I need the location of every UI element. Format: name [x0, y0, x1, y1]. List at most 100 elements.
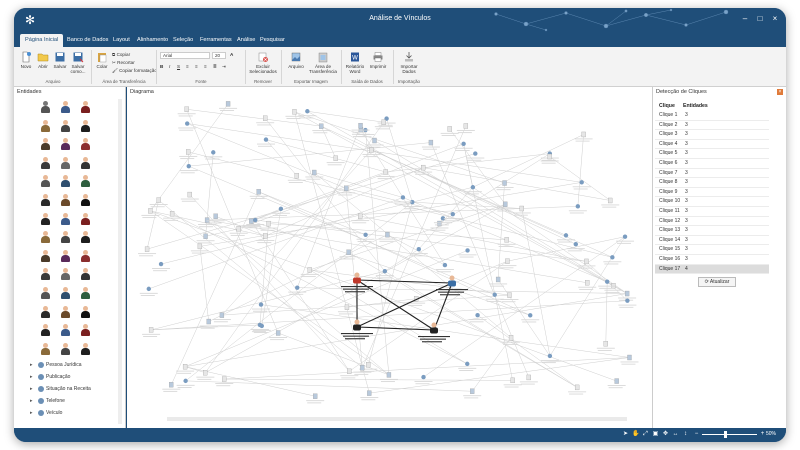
- entity-avatar-icon[interactable]: [60, 305, 71, 318]
- clique-row[interactable]: Clique 12 3: [655, 217, 769, 227]
- entity-avatar-icon[interactable]: [80, 101, 91, 113]
- entity-avatar-icon[interactable]: [60, 324, 71, 337]
- graph-node[interactable]: [176, 378, 195, 388]
- fit-height-icon[interactable]: ↕: [682, 431, 689, 438]
- graph-node[interactable]: [489, 276, 508, 287]
- graph-node[interactable]: [421, 139, 440, 150]
- entity-avatar-icon[interactable]: [40, 342, 51, 355]
- entity-avatar-icon[interactable]: [40, 212, 51, 225]
- tree-item-veiculo[interactable]: ▸ Veículo: [30, 409, 62, 417]
- entity-avatar-icon[interactable]: [40, 138, 51, 151]
- graph-node[interactable]: [414, 374, 433, 385]
- entity-avatar-icon[interactable]: [40, 324, 51, 337]
- align-right-icon[interactable]: ≡: [204, 64, 207, 69]
- clique-row[interactable]: Clique 8 3: [655, 178, 769, 188]
- graph-node[interactable]: [574, 131, 593, 142]
- entity-avatar-icon[interactable]: [60, 212, 71, 225]
- graph-node[interactable]: [312, 123, 331, 134]
- entity-avatar-icon[interactable]: [80, 194, 91, 206]
- entity-avatar-icon[interactable]: [80, 268, 91, 281]
- entity-avatar-icon[interactable]: [80, 305, 91, 318]
- entity-avatar-icon[interactable]: [60, 175, 71, 188]
- maximize-button[interactable]: □: [753, 12, 767, 26]
- new-button[interactable]: Novo: [18, 51, 34, 69]
- graph-node[interactable]: [503, 377, 522, 388]
- clique-row[interactable]: Clique 2 3: [655, 121, 769, 131]
- clique-row[interactable]: Clique 9 3: [655, 188, 769, 198]
- graph-node[interactable]: [378, 232, 397, 242]
- link-graph[interactable]: [127, 87, 652, 428]
- graph-node[interactable]: [196, 370, 215, 380]
- entity-avatar-icon[interactable]: [60, 342, 71, 355]
- clique-node[interactable]: [418, 322, 450, 343]
- zoom-slider[interactable]: [702, 434, 757, 435]
- clique-row[interactable]: Clique 14 3: [655, 236, 769, 246]
- graph-node[interactable]: [463, 388, 482, 399]
- graph-node[interactable]: [256, 233, 275, 244]
- entity-avatar-icon[interactable]: [60, 231, 71, 244]
- graph-node[interactable]: [298, 109, 317, 119]
- graph-node[interactable]: [379, 372, 398, 383]
- graph-node[interactable]: [435, 262, 454, 273]
- graph-node[interactable]: [287, 173, 306, 183]
- minimize-button[interactable]: –: [738, 12, 752, 26]
- graph-node[interactable]: [340, 368, 359, 379]
- entity-avatar-icon[interactable]: [80, 156, 91, 169]
- paste-button[interactable]: Colar: [94, 51, 110, 69]
- zoom-out-icon[interactable]: −: [693, 431, 700, 438]
- graph-node[interactable]: [337, 304, 356, 315]
- entity-avatar-icon[interactable]: [80, 175, 91, 188]
- tree-item-telefone[interactable]: ▸ Telefone: [30, 397, 65, 405]
- diagram-scrollbar[interactable]: [167, 417, 627, 421]
- tab-layout[interactable]: Layout: [108, 34, 135, 47]
- entity-avatar-icon[interactable]: [40, 175, 51, 188]
- graph-node[interactable]: [596, 341, 615, 351]
- graph-node[interactable]: [616, 234, 635, 244]
- entity-avatar-icon[interactable]: [80, 287, 91, 299]
- graph-node[interactable]: [466, 151, 485, 161]
- entity-avatar-icon[interactable]: [80, 324, 91, 337]
- entity-avatar-icon[interactable]: [80, 138, 91, 151]
- graph-node[interactable]: [568, 384, 587, 395]
- graph-node[interactable]: [468, 312, 487, 323]
- save-button[interactable]: Salvar: [52, 51, 68, 69]
- graph-node[interactable]: [196, 233, 215, 244]
- graph-node[interactable]: [326, 155, 345, 166]
- export-clipboard-button[interactable]: Área de Transferência: [308, 51, 338, 74]
- graph-node[interactable]: [377, 116, 396, 126]
- entity-avatar-icon[interactable]: [60, 156, 71, 169]
- copy-button[interactable]: ⧉ Copiar: [112, 52, 130, 57]
- zoom-fit-icon[interactable]: ⤢: [642, 431, 649, 438]
- align-left-icon[interactable]: ≡: [186, 64, 189, 69]
- zoom-region-icon[interactable]: ▣: [652, 431, 659, 438]
- entity-avatar-icon[interactable]: [80, 249, 91, 262]
- update-button[interactable]: ⟳ Atualizar: [698, 277, 736, 287]
- print-button[interactable]: Imprimir: [367, 51, 389, 69]
- tab-selecao[interactable]: Seleção: [168, 34, 198, 47]
- panel-close-icon[interactable]: ×: [777, 89, 783, 95]
- entity-avatar-icon[interactable]: [80, 231, 91, 244]
- clique-row[interactable]: Clique 13 3: [655, 226, 769, 236]
- italic-icon[interactable]: I: [169, 64, 170, 69]
- graph-node[interactable]: [556, 233, 575, 243]
- format-painter-button[interactable]: 🖌 Copiar formatação: [112, 68, 157, 74]
- tree-item-pessoa-juridica[interactable]: ▸ Pessoa Jurídica: [30, 361, 82, 369]
- pointer-icon[interactable]: ➤: [622, 431, 629, 438]
- entity-avatar-icon[interactable]: [60, 268, 71, 281]
- entity-avatar-icon[interactable]: [60, 194, 71, 206]
- clique-row[interactable]: Clique 7 3: [655, 169, 769, 179]
- graph-node[interactable]: [495, 180, 514, 191]
- tab-pagina-inicial[interactable]: Página Inicial: [20, 34, 64, 47]
- clique-row[interactable]: Clique 5 3: [655, 149, 769, 159]
- entity-avatar-icon[interactable]: [40, 249, 51, 262]
- graph-node[interactable]: [177, 106, 196, 117]
- entity-avatar-icon[interactable]: [60, 119, 71, 132]
- graph-node[interactable]: [212, 312, 231, 323]
- entity-avatar-icon[interactable]: [60, 249, 71, 262]
- font-color-icon[interactable]: A: [230, 52, 233, 57]
- graph-node[interactable]: [519, 374, 538, 385]
- graph-node[interactable]: [180, 191, 199, 202]
- graph-node[interactable]: [463, 185, 482, 195]
- bold-icon[interactable]: B: [160, 64, 163, 69]
- clique-row[interactable]: Clique 3 3: [655, 130, 769, 140]
